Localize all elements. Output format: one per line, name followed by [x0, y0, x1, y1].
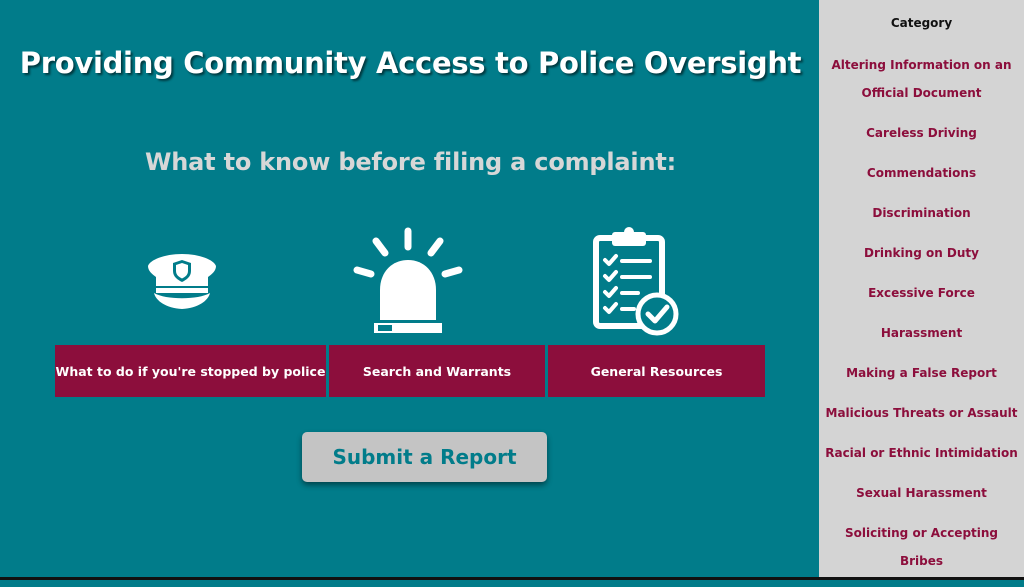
stopped-by-police-button[interactable]: What to do if you're stopped by police	[55, 345, 326, 397]
category-list: Altering Information on an Official Docu…	[819, 51, 1024, 587]
police-cap-icon	[148, 254, 216, 309]
category-sidebar: Category Altering Information on an Offi…	[819, 0, 1024, 577]
siren-icon	[353, 227, 463, 333]
category-careless-driving[interactable]: Careless Driving	[819, 119, 1024, 147]
search-and-warrants-button[interactable]: Search and Warrants	[329, 345, 545, 397]
sidebar-heading: Category	[890, 16, 953, 30]
category-altering-information[interactable]: Altering Information on an Official Docu…	[819, 51, 1024, 107]
clipboard-checklist-icon	[593, 227, 679, 336]
category-discrimination[interactable]: Discrimination	[819, 199, 1024, 227]
category-excessive-force[interactable]: Excessive Force	[819, 279, 1024, 307]
category-commendations[interactable]: Commendations	[819, 159, 1024, 187]
section-subtitle: What to know before filing a complaint:	[144, 148, 677, 176]
category-sexual-harassment[interactable]: Sexual Harassment	[819, 479, 1024, 507]
page-title: Providing Community Access to Police Ove…	[19, 46, 802, 80]
general-resources-button[interactable]: General Resources	[548, 345, 765, 397]
category-drinking-on-duty[interactable]: Drinking on Duty	[819, 239, 1024, 267]
category-bribes[interactable]: Soliciting or Accepting Bribes	[819, 519, 1024, 575]
category-harassment[interactable]: Harassment	[819, 319, 1024, 347]
main-panel: Providing Community Access to Police Ove…	[0, 0, 819, 580]
category-false-report[interactable]: Making a False Report	[819, 359, 1024, 387]
submit-report-button[interactable]: Submit a Report	[302, 432, 547, 482]
category-racial-ethnic-intimidation[interactable]: Racial or Ethnic Intimidation	[819, 439, 1024, 467]
category-malicious-threats[interactable]: Malicious Threats or Assault	[819, 399, 1024, 427]
